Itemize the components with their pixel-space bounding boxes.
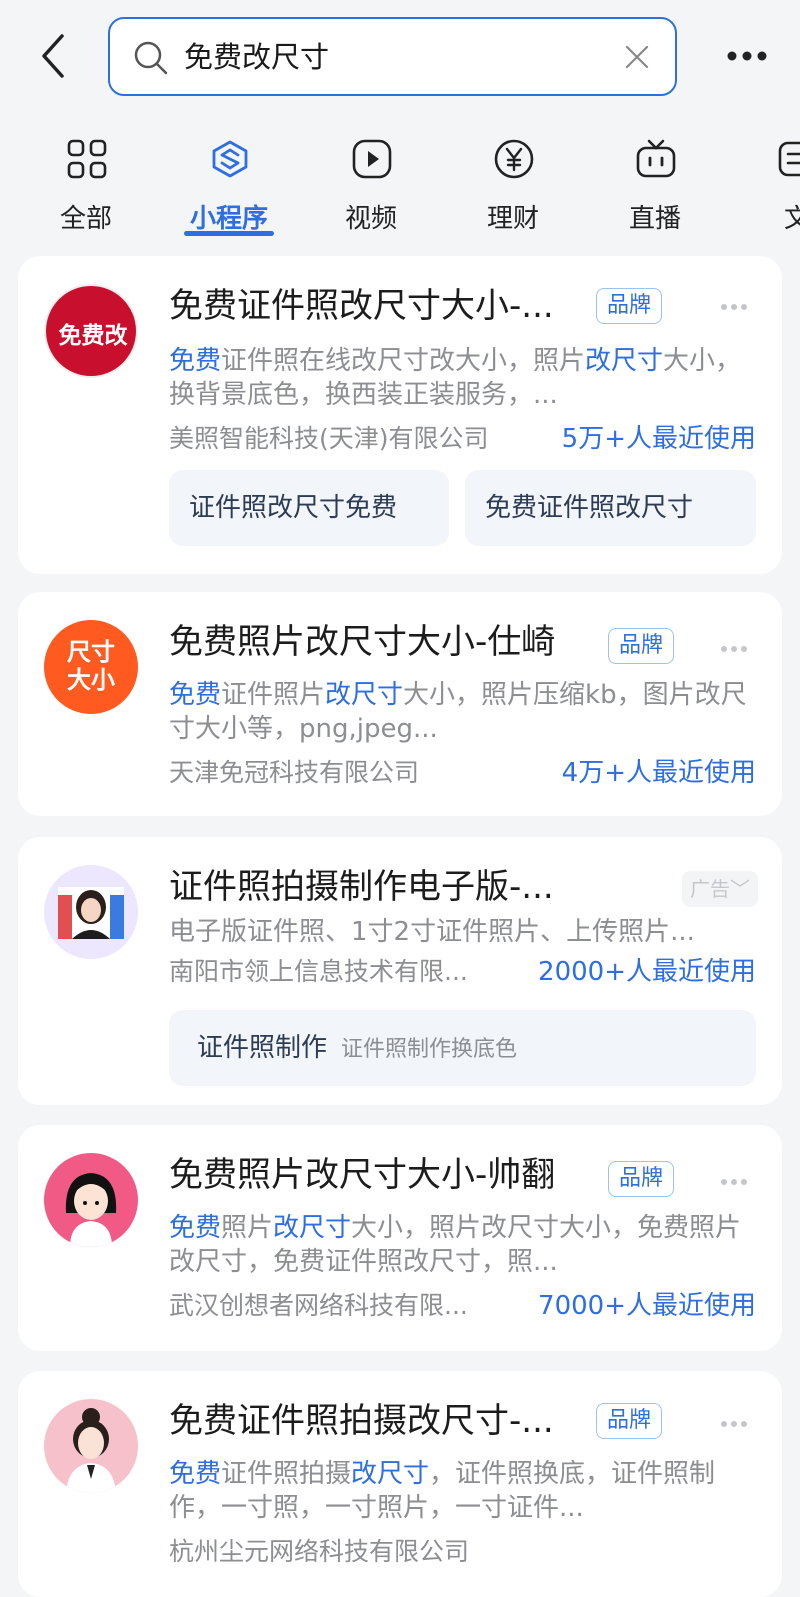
- service-chip[interactable]: 证件照制作 证件照制作换底色: [169, 1010, 756, 1086]
- tab-label: 视频: [344, 204, 397, 234]
- company-name: 天津免冠科技有限公司: [169, 758, 420, 787]
- company-name: 武汉创想者网络科技有限...: [169, 1291, 468, 1320]
- tab-label: 小程序: [189, 204, 268, 234]
- app-logo: 免费改: [44, 284, 138, 378]
- result-title: 免费证件照拍摄改尺寸-...: [169, 1401, 554, 1441]
- result-description: 免费照片改尺寸大小，照片改尺寸大小，免费照片改尺寸，免费证件照改尺寸，照...: [169, 1213, 742, 1277]
- more-button[interactable]: [722, 38, 778, 74]
- result-title: 免费照片改尺寸大小-帅翻: [169, 1155, 556, 1195]
- cartoon-girl-icon: [65, 1173, 117, 1247]
- result-card[interactable]: 免费改 免费证件照改尺寸大小-... 品牌 免费证件照在线改尺寸改大小，照片改尺…: [18, 256, 782, 574]
- company-name: 南阳市领上信息技术有限...: [169, 957, 468, 986]
- tab-all[interactable]: 全部: [31, 128, 141, 238]
- play-icon: [352, 139, 392, 179]
- grid-icon: [67, 139, 107, 179]
- brand-badge: 品牌: [608, 1161, 675, 1197]
- ad-badge[interactable]: 广告﹀: [682, 871, 758, 907]
- close-icon[interactable]: [621, 41, 653, 73]
- result-card[interactable]: 免费证件照拍摄改尺寸-... 品牌 免费证件照拍摄改尺寸，证件照换底，证件照制作…: [18, 1371, 782, 1597]
- result-description: 免费证件照片改尺寸大小，照片压缩kb，图片改尺寸大小等，png,jpeg...: [169, 680, 747, 744]
- brand-badge: 品牌: [596, 1403, 663, 1439]
- search-icon: [134, 41, 168, 75]
- tab-live[interactable]: 直播: [600, 128, 710, 238]
- result-card[interactable]: 尺寸 大小 免费照片改尺寸大小-仕崎 品牌 免费证件照片改尺寸大小，照片压缩kb…: [18, 592, 782, 816]
- usage-count: 5万+人最近使用: [561, 424, 756, 454]
- category-tabs: 全部 小程序 视频 理财 直播 文: [0, 112, 800, 242]
- mini-program-icon: [212, 140, 248, 178]
- tab-label: 理财: [486, 204, 539, 234]
- tab-label: 全部: [59, 204, 112, 234]
- app-logo: [44, 1399, 138, 1493]
- company-name: 美照智能科技(天津)有限公司: [169, 424, 489, 453]
- more-options-icon[interactable]: [718, 302, 750, 312]
- tab-video[interactable]: 视频: [316, 128, 426, 238]
- tab-mini-programs[interactable]: 小程序: [174, 128, 284, 238]
- more-options-icon[interactable]: [718, 1419, 750, 1429]
- app-logo: 尺寸 大小: [44, 620, 138, 714]
- yen-icon: [494, 139, 534, 179]
- result-title: 免费照片改尺寸大小-仕崎: [169, 622, 556, 662]
- tv-icon: [636, 139, 676, 178]
- shortcut-chip[interactable]: 证件照改尺寸免费: [169, 470, 449, 546]
- chevron-left-icon: [42, 34, 64, 78]
- tab-label: 直播: [628, 204, 681, 234]
- brand-badge: 品牌: [608, 628, 675, 664]
- chevron-down-icon: ﹀: [730, 877, 750, 901]
- shortcut-chip[interactable]: 免费证件照改尺寸: [465, 470, 756, 546]
- result-description: 免费证件照在线改尺寸改大小，照片改尺寸大小，换背景底色，换西装正装服务，...: [169, 346, 742, 410]
- tab-article[interactable]: 文: [742, 128, 800, 238]
- result-title: 免费证件照改尺寸大小-...: [169, 286, 554, 326]
- portrait-photo-icon: [66, 1408, 116, 1493]
- active-tab-indicator: [184, 231, 274, 236]
- more-dots-icon: [727, 51, 767, 61]
- result-title: 证件照拍摄制作电子版-...: [169, 867, 554, 907]
- tab-finance[interactable]: 理财: [458, 128, 568, 238]
- tab-label: 文: [783, 204, 800, 234]
- back-button[interactable]: [34, 30, 74, 82]
- search-query: 免费改尺寸: [184, 40, 330, 74]
- portrait-avatar-icon: [58, 887, 124, 939]
- result-description: 免费证件照拍摄改尺寸，证件照换底，证件照制作，一寸照，一寸照片，一寸证件...: [169, 1459, 716, 1523]
- more-options-icon[interactable]: [718, 644, 750, 654]
- brand-badge: 品牌: [596, 288, 663, 324]
- search-input[interactable]: 免费改尺寸: [108, 17, 677, 96]
- result-card-ad[interactable]: 证件照拍摄制作电子版-... 广告﹀ 电子版证件照、1寸2寸证件照片、上传照片.…: [18, 837, 782, 1105]
- app-logo: [44, 865, 138, 959]
- result-card[interactable]: 免费照片改尺寸大小-帅翻 品牌 免费照片改尺寸大小，照片改尺寸大小，免费照片改尺…: [18, 1125, 782, 1351]
- article-icon: [778, 141, 800, 177]
- more-options-icon[interactable]: [718, 1177, 750, 1187]
- usage-count: 7000+人最近使用: [538, 1291, 756, 1321]
- usage-count: 2000+人最近使用: [538, 957, 756, 987]
- top-bar: 免费改尺寸: [0, 0, 800, 112]
- app-logo: [44, 1153, 138, 1247]
- company-name: 杭州尘元网络科技有限公司: [169, 1537, 470, 1566]
- result-description: 电子版证件照、1寸2寸证件照片、上传照片...: [169, 917, 695, 947]
- usage-count: 4万+人最近使用: [561, 758, 756, 788]
